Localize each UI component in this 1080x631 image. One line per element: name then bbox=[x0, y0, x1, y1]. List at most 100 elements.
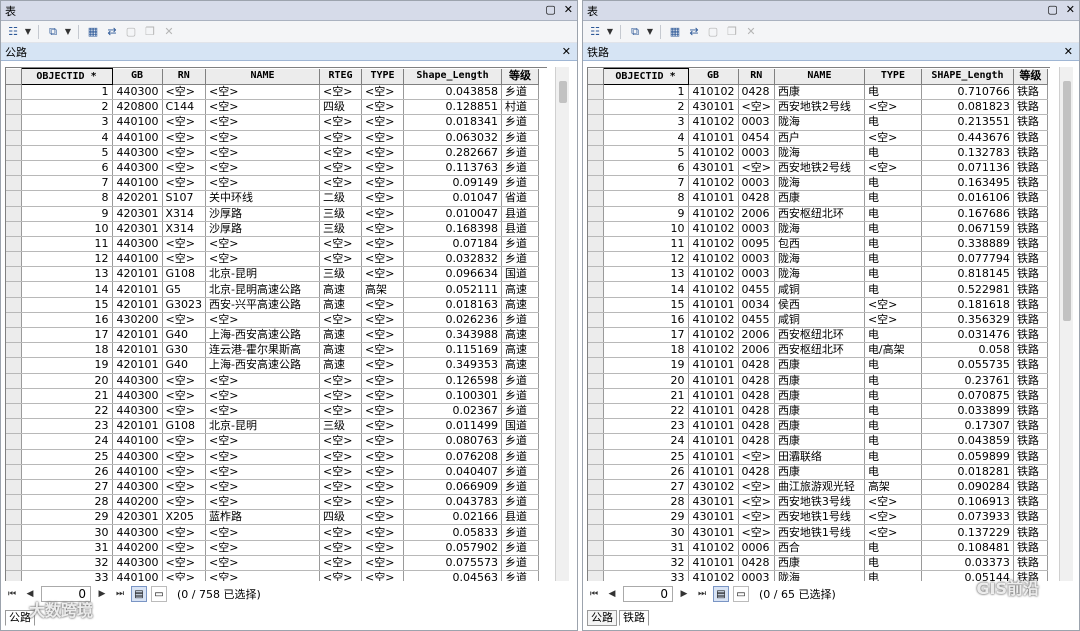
table-cell[interactable]: 乡道 bbox=[501, 251, 540, 268]
table-cell[interactable]: 8 bbox=[21, 190, 113, 207]
table-cell[interactable]: C144 bbox=[162, 99, 207, 116]
table-row[interactable]: 7 440100 <空> <空> <空> <空> 0.09149 乡道 bbox=[6, 175, 540, 192]
table-cell[interactable]: 电 bbox=[864, 236, 922, 253]
table-cell[interactable]: G108 bbox=[162, 266, 207, 283]
column-header[interactable]: GB bbox=[112, 68, 163, 85]
row-selector-header[interactable] bbox=[6, 68, 22, 85]
table-row[interactable]: 13 410102 0003 陇海电 0.818145 铁路 bbox=[588, 266, 1048, 283]
row-selector[interactable] bbox=[588, 145, 604, 161]
row-selector[interactable] bbox=[588, 418, 604, 435]
table-cell[interactable]: <空> bbox=[162, 479, 207, 496]
row-selector[interactable] bbox=[6, 221, 22, 237]
table-cell[interactable]: 32 bbox=[603, 555, 689, 572]
table-cell[interactable]: 高速 bbox=[319, 297, 363, 313]
table-cell[interactable]: 陇海 bbox=[774, 221, 865, 237]
current-record-field[interactable]: 0 bbox=[623, 586, 673, 602]
table-cell[interactable]: 高速 bbox=[319, 357, 363, 374]
table-cell[interactable]: 三级 bbox=[319, 221, 363, 237]
table-cell[interactable]: <空> bbox=[361, 84, 405, 101]
table-cell[interactable]: <空> bbox=[162, 388, 207, 404]
table-cell[interactable]: <空> bbox=[738, 99, 775, 116]
table-cell[interactable]: 0.126598 bbox=[403, 373, 503, 389]
column-header[interactable]: RTEG bbox=[319, 68, 363, 85]
table-row[interactable]: 26 410101 0428 西康电 0.018281 铁路 bbox=[588, 464, 1048, 480]
table-cell[interactable]: 430101 bbox=[688, 99, 739, 116]
select-by-attributes-icon[interactable]: ▦ bbox=[667, 24, 683, 40]
table-row[interactable]: 23 420101 G108 北京-昆明 三级 <空> 0.011499 国道 bbox=[6, 418, 540, 435]
related-tables-icon[interactable]: ⧉ bbox=[45, 24, 61, 40]
table-cell[interactable]: 0.01047 bbox=[403, 190, 503, 207]
table-cell[interactable]: 32 bbox=[21, 555, 113, 572]
table-cell[interactable]: 15 bbox=[21, 297, 113, 313]
table-cell[interactable]: 铁路 bbox=[1013, 357, 1048, 374]
tab-tielu[interactable]: 铁路 bbox=[619, 610, 649, 626]
table-cell[interactable]: 铁路 bbox=[1013, 524, 1048, 541]
row-selector[interactable] bbox=[588, 509, 604, 526]
chevron-down-icon[interactable]: ▼ bbox=[64, 24, 72, 40]
table-cell[interactable]: 西康 bbox=[774, 418, 865, 435]
table-cell[interactable]: 0.032832 bbox=[403, 251, 503, 268]
table-row[interactable]: 10 410102 0003 陇海电 0.067159 铁路 bbox=[588, 221, 1048, 237]
table-row[interactable]: 11 440300 <空> <空> <空> <空> 0.07184 乡道 bbox=[6, 236, 540, 253]
column-header[interactable]: Shape_Length bbox=[403, 68, 503, 85]
table-row[interactable]: 12 440100 <空> <空> <空> <空> 0.032832 乡道 bbox=[6, 251, 540, 268]
table-cell[interactable]: 0.108481 bbox=[921, 540, 1014, 556]
table-cell[interactable]: 咸铜 bbox=[774, 281, 865, 298]
close-table-icon[interactable]: ✕ bbox=[562, 45, 571, 58]
table-cell[interactable]: 440300 bbox=[112, 373, 163, 389]
table-cell[interactable]: 0455 bbox=[738, 281, 775, 298]
table-cell[interactable]: 0428 bbox=[738, 418, 775, 435]
table-cell[interactable]: 县道 bbox=[501, 206, 540, 222]
table-row[interactable]: 28 430101 <空> 西安地铁3号线 <空> 0.106913 铁路 bbox=[588, 494, 1048, 511]
table-cell[interactable]: 铁路 bbox=[1013, 206, 1048, 222]
table-cell[interactable]: 县道 bbox=[501, 221, 540, 237]
table-row[interactable]: 8 410101 0428 西康电 0.016106 铁路 bbox=[588, 190, 1048, 207]
table-row[interactable]: 26 440100 <空> <空> <空> <空> 0.040407 乡道 bbox=[6, 464, 540, 480]
table-cell[interactable]: 0.070875 bbox=[921, 388, 1014, 404]
row-selector[interactable] bbox=[6, 464, 22, 480]
table-cell[interactable]: 三级 bbox=[319, 418, 363, 435]
table-cell[interactable]: 440200 bbox=[112, 494, 163, 511]
table-cell[interactable]: 27 bbox=[603, 479, 689, 496]
row-selector[interactable] bbox=[6, 114, 22, 131]
table-cell[interactable]: 铁路 bbox=[1013, 373, 1048, 389]
table-cell[interactable]: 铁路 bbox=[1013, 342, 1048, 359]
table-cell[interactable]: 铁路 bbox=[1013, 130, 1048, 146]
table-cell[interactable]: <空> bbox=[864, 524, 922, 541]
table-row[interactable]: 28 440200 <空> <空> <空> <空> 0.043783 乡道 bbox=[6, 494, 540, 511]
table-cell[interactable]: 高速 bbox=[319, 281, 363, 298]
table-cell[interactable]: 电 bbox=[864, 555, 922, 572]
table-cell[interactable]: <空> bbox=[319, 114, 363, 131]
table-row[interactable]: 5 440300 <空> <空> <空> <空> 0.282667 乡道 bbox=[6, 145, 540, 161]
table-cell[interactable]: 电 bbox=[864, 114, 922, 131]
table-cell[interactable]: <空> bbox=[205, 494, 321, 511]
table-cell[interactable]: 0.043858 bbox=[403, 84, 503, 101]
table-cell[interactable]: 连云港-霍尔果斯高 bbox=[205, 342, 321, 359]
row-selector[interactable] bbox=[6, 297, 22, 313]
row-selector[interactable] bbox=[6, 388, 22, 404]
table-cell[interactable]: 0.349353 bbox=[403, 357, 503, 374]
table-cell[interactable]: <空> bbox=[205, 403, 321, 420]
table-cell[interactable]: <空> bbox=[738, 449, 775, 465]
table-cell[interactable]: <空> bbox=[864, 312, 922, 329]
table-cell[interactable]: 乡道 bbox=[501, 464, 540, 480]
table-cell[interactable]: 0428 bbox=[738, 190, 775, 207]
table-row[interactable]: 7 410102 0003 陇海电 0.163495 铁路 bbox=[588, 175, 1048, 192]
table-cell[interactable]: 铁路 bbox=[1013, 175, 1048, 192]
table-cell[interactable]: 27 bbox=[21, 479, 113, 496]
table-row[interactable]: 16 410102 0455 咸铜 <空> 0.356329 铁路 bbox=[588, 312, 1048, 329]
table-row[interactable]: 3 440100 <空> <空> <空> <空> 0.018341 乡道 bbox=[6, 114, 540, 131]
table-cell[interactable]: 22 bbox=[21, 403, 113, 420]
table-row[interactable]: 23 410101 0428 西康电 0.17307 铁路 bbox=[588, 418, 1048, 435]
table-cell[interactable]: 西户 bbox=[774, 130, 865, 146]
table-row[interactable]: 4 410101 0454 西户 <空> 0.443676 铁路 bbox=[588, 130, 1048, 146]
table-cell[interactable]: 440300 bbox=[112, 84, 163, 101]
table-cell[interactable]: <空> bbox=[319, 84, 363, 101]
last-record-icon[interactable]: ⏭ bbox=[113, 587, 127, 601]
table-row[interactable]: 3 410102 0003 陇海电 0.213551 铁路 bbox=[588, 114, 1048, 131]
table-cell[interactable]: <空> bbox=[361, 433, 405, 450]
table-cell[interactable]: 0.338889 bbox=[921, 236, 1014, 253]
table-row[interactable]: 24 410101 0428 西康电 0.043859 铁路 bbox=[588, 433, 1048, 450]
table-cell[interactable]: 电 bbox=[864, 206, 922, 222]
table-cell[interactable]: <空> bbox=[361, 494, 405, 511]
